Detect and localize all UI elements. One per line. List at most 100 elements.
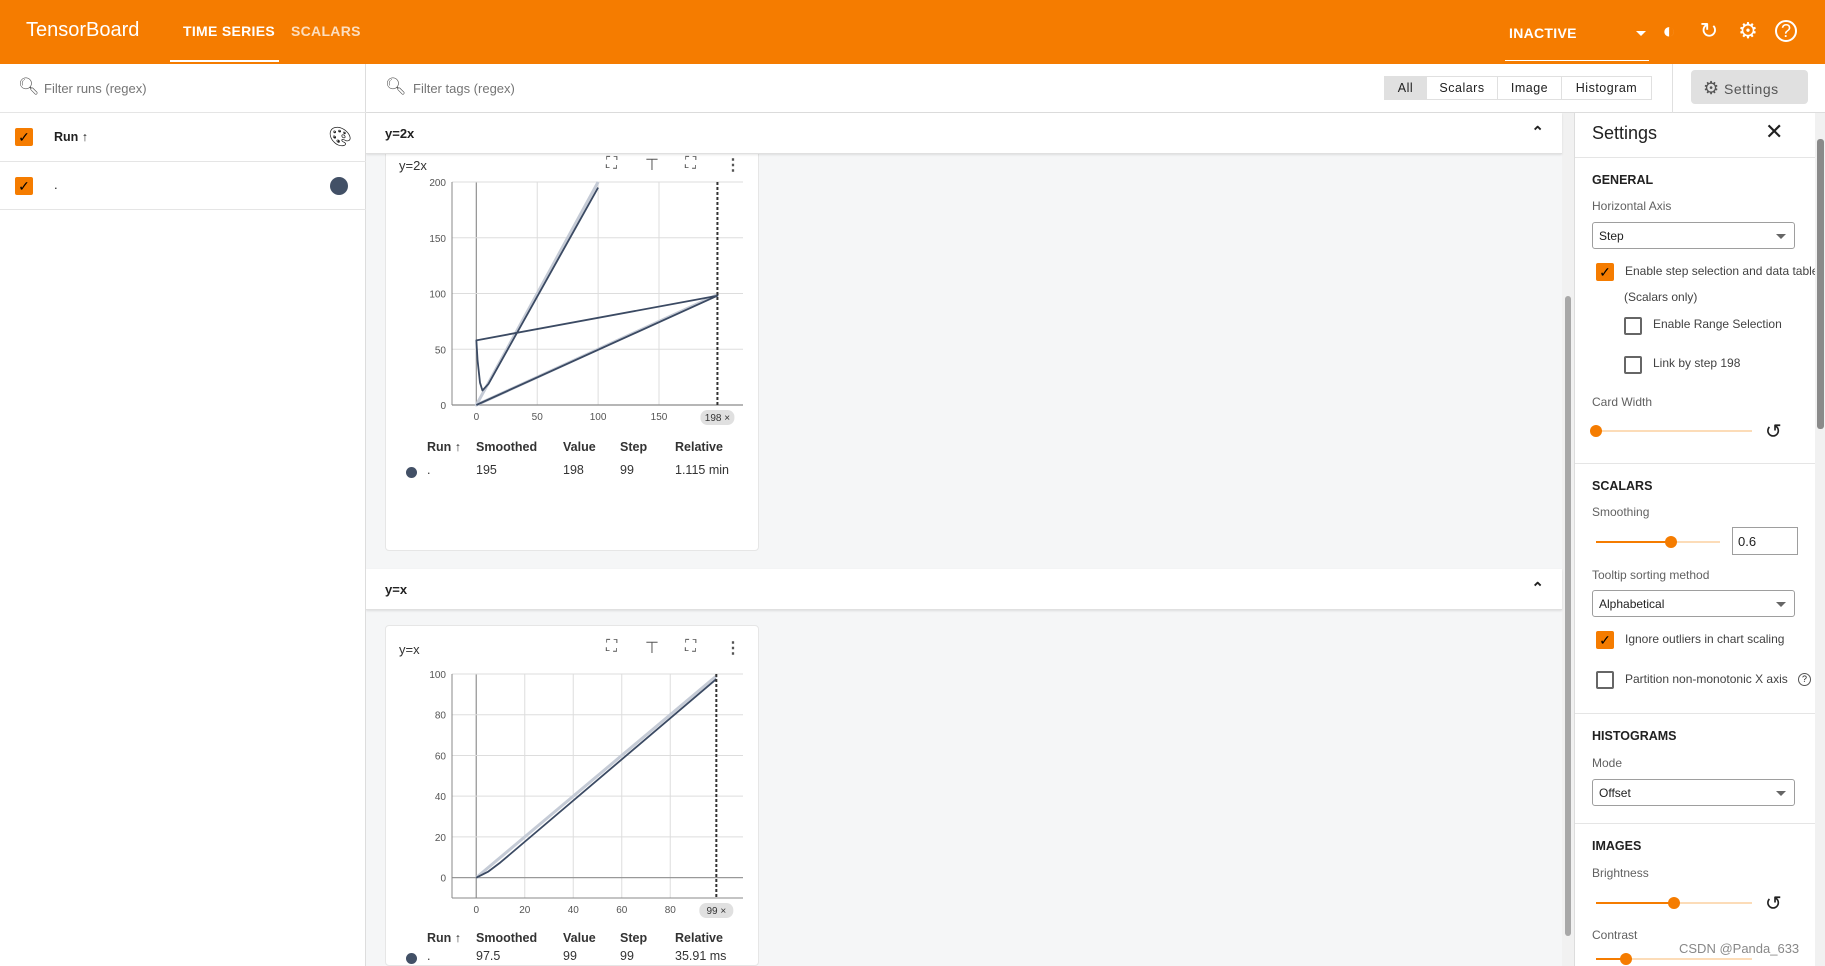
collapse-icon[interactable]: ⌃ <box>1531 123 1544 141</box>
y-tick-label: 100 <box>429 670 446 681</box>
y-tick-label: 40 <box>435 792 447 803</box>
help-icon[interactable]: ? <box>1798 673 1811 686</box>
brightness-slider[interactable] <box>1596 897 1752 909</box>
chevron-down-icon[interactable] <box>1636 31 1646 41</box>
cell-run: . <box>427 949 431 963</box>
tab-scalars[interactable]: SCALARS <box>291 23 361 39</box>
y-tick-label: 100 <box>429 290 446 301</box>
scrollbar-thumb[interactable] <box>1565 296 1571 936</box>
fit-domain-icon[interactable]: ⛶ <box>606 638 617 656</box>
type-image-button[interactable]: Image <box>1497 76 1562 100</box>
line-chart-y2x[interactable]: 0 50 100 150 0 50 100 150 200 198 × <box>400 170 750 430</box>
run-status-select[interactable]: INACTIVE <box>1509 25 1577 41</box>
more-menu-icon[interactable]: ⋮ <box>725 638 741 658</box>
x-tick-label: 50 <box>532 412 544 423</box>
cell-smoothed: 195 <box>476 463 497 477</box>
reset-icon[interactable]: ↺ <box>1765 419 1782 444</box>
search-icon: 🔍︎ <box>385 77 407 96</box>
tab-time-series[interactable]: TIME SERIES <box>183 23 275 39</box>
filter-toolbar: 🔍︎ Filter tags (regex) All Scalars Image… <box>366 64 1825 113</box>
images-heading: IMAGES <box>1592 839 1642 853</box>
y-tick-label: 0 <box>440 874 446 885</box>
col-smoothed[interactable]: Smoothed <box>476 931 537 945</box>
active-tab-indicator <box>170 60 279 62</box>
settings-scrollbar[interactable] <box>1815 113 1825 966</box>
run-checkbox[interactable]: ✓ <box>15 177 33 195</box>
select-all-checkbox[interactable]: ✓ <box>15 128 33 146</box>
card-width-label: Card Width <box>1592 395 1653 409</box>
brightness-icon[interactable]: ◐ <box>1656 18 1682 44</box>
x-tick-label: 80 <box>665 905 677 916</box>
main-scrollbar[interactable] <box>1562 113 1574 966</box>
slider-thumb[interactable] <box>1665 536 1677 548</box>
runs-filter-input[interactable]: Filter runs (regex) <box>44 81 147 96</box>
search-icon: 🔍︎ <box>18 77 40 96</box>
run-row[interactable]: ✓ . <box>0 162 366 210</box>
col-relative[interactable]: Relative <box>675 931 723 945</box>
histogram-mode-select[interactable]: Offset <box>1592 779 1795 806</box>
col-step[interactable]: Step <box>620 931 647 945</box>
col-value[interactable]: Value <box>563 931 596 945</box>
run-color-dot <box>406 467 417 478</box>
group-header-y2x[interactable]: y=2x ⌃ <box>366 113 1562 154</box>
type-all-button[interactable]: All <box>1384 76 1427 100</box>
settings-button[interactable]: ⚙ Settings <box>1691 70 1808 104</box>
cell-smoothed: 97.5 <box>476 949 501 963</box>
refresh-icon[interactable]: ↻ <box>1696 18 1722 44</box>
x-tick-label: 60 <box>616 905 628 916</box>
cell-step: 99 <box>620 463 634 477</box>
smoothing-slider[interactable] <box>1596 536 1720 548</box>
close-icon[interactable]: ✕ <box>1765 119 1783 145</box>
cell-run: . <box>427 463 431 477</box>
runs-filter[interactable]: 🔍︎ Filter runs (regex) <box>0 64 366 113</box>
scrollbar-thumb[interactable] <box>1817 139 1824 429</box>
ignore-outliers-checkbox[interactable]: ✓ <box>1596 631 1614 649</box>
enable-range-checkbox[interactable] <box>1624 317 1642 335</box>
palette-icon[interactable]: 🎨︎ <box>328 125 352 149</box>
tags-filter-input[interactable]: Filter tags (regex) <box>413 81 515 96</box>
run-color-swatch[interactable] <box>330 177 348 195</box>
link-by-step-checkbox[interactable] <box>1624 356 1642 374</box>
app-title: TensorBoard <box>26 19 140 41</box>
contrast-slider[interactable] <box>1596 953 1752 965</box>
partition-checkbox[interactable] <box>1596 671 1614 689</box>
run-name: . <box>54 177 58 192</box>
type-scalars-button[interactable]: Scalars <box>1426 76 1498 100</box>
type-histogram-button[interactable]: Histogram <box>1561 76 1652 100</box>
slider-thumb[interactable] <box>1620 953 1632 965</box>
slider-thumb[interactable] <box>1668 897 1680 909</box>
group-title: y=2x <box>385 126 415 141</box>
runs-sidebar: 🔍︎ Filter runs (regex) ✓ Run ↑ 🎨︎ ✓ . <box>0 64 366 966</box>
slider-thumb[interactable] <box>1590 425 1602 437</box>
col-smoothed[interactable]: Smoothed <box>476 440 537 454</box>
col-run[interactable]: Run ↑ <box>427 931 461 945</box>
cell-relative: 1.115 min <box>675 463 729 477</box>
brightness-label: Brightness <box>1592 866 1649 880</box>
horizontal-axis-select[interactable]: Step <box>1592 222 1795 249</box>
help-icon[interactable]: ? <box>1775 20 1797 42</box>
watermark: CSDN @Panda_633 <box>1679 941 1800 956</box>
group-header-yx[interactable]: y=x ⌃ <box>366 569 1562 610</box>
ignore-outliers-label: Ignore outliers in chart scaling <box>1625 632 1785 646</box>
col-relative[interactable]: Relative <box>675 440 723 454</box>
divider <box>1575 713 1815 714</box>
pin-icon[interactable]: ⊤ <box>645 638 659 658</box>
line-chart-yx[interactable]: 0 20 40 60 80 0 20 40 60 80 100 99 × <box>400 660 750 930</box>
enable-step-selection-checkbox[interactable]: ✓ <box>1596 263 1614 281</box>
run-column-header[interactable]: Run ↑ <box>54 130 88 144</box>
tooltip-sort-select[interactable]: Alphabetical <box>1592 590 1795 617</box>
reset-icon[interactable]: ↺ <box>1765 891 1782 916</box>
divider <box>1672 64 1673 113</box>
x-tick-label: 20 <box>519 905 531 916</box>
gear-icon[interactable]: ⚙ <box>1735 18 1761 44</box>
collapse-icon[interactable]: ⌃ <box>1531 579 1544 597</box>
col-step[interactable]: Step <box>620 440 647 454</box>
col-run[interactable]: Run ↑ <box>427 440 461 454</box>
col-value[interactable]: Value <box>563 440 596 454</box>
fullscreen-icon[interactable]: ⛶ <box>685 638 696 656</box>
mode-label: Mode <box>1592 756 1623 770</box>
raw-series-line <box>475 674 718 879</box>
card-width-slider[interactable] <box>1590 425 1752 437</box>
general-heading: GENERAL <box>1592 173 1654 187</box>
smoothing-input[interactable]: 0.6 <box>1732 527 1798 555</box>
